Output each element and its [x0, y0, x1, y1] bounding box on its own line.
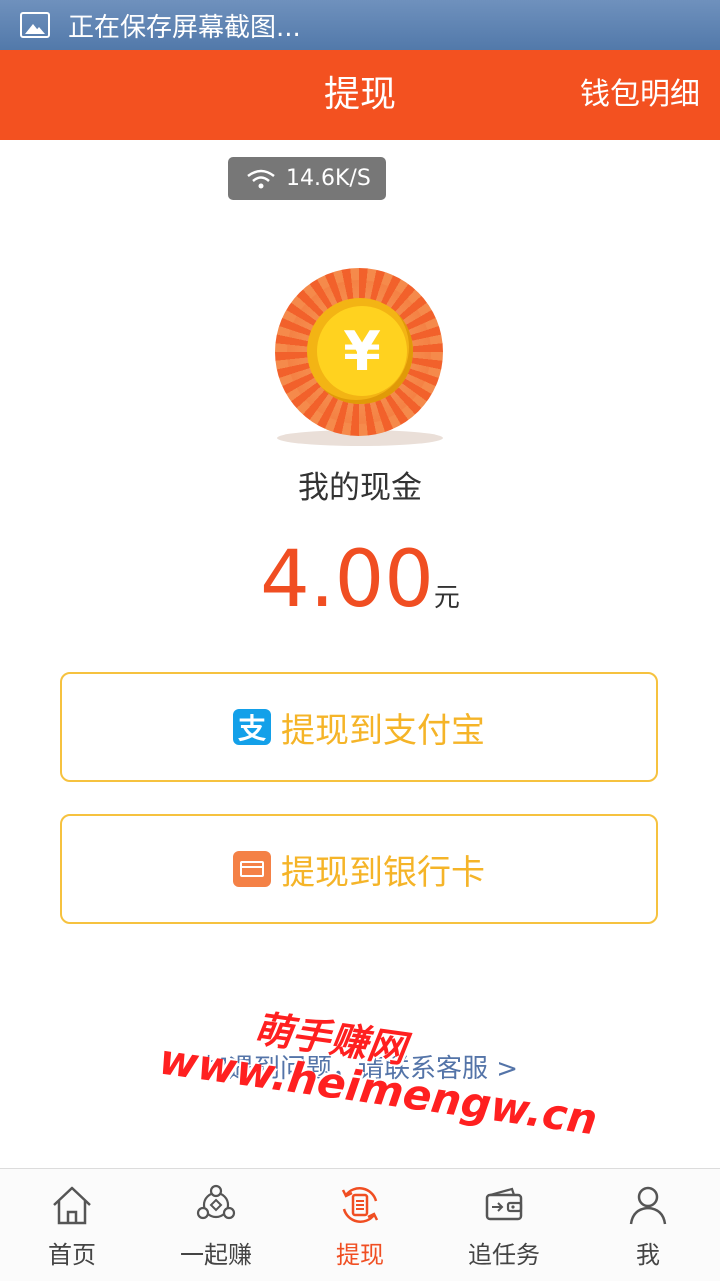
tab-withdraw[interactable]: 提现	[288, 1169, 432, 1281]
cash-amount: 4.00元	[0, 535, 720, 625]
amount-unit: 元	[433, 583, 460, 613]
yuan-symbol: ¥	[317, 306, 407, 396]
wallet-icon	[485, 1187, 523, 1221]
network-speed-badge: 14.6K/S	[228, 157, 386, 200]
wifi-icon	[247, 169, 275, 188]
screenshot-icon	[20, 12, 50, 38]
tab-earn-together-label: 一起赚	[180, 1241, 252, 1269]
share-icon	[196, 1184, 236, 1220]
watermark: 萌手赚网 www.heimengw.cn	[149, 985, 600, 1186]
bottom-tab-bar: 首页 一起赚 提现 追任务 我	[0, 1168, 720, 1281]
amount-value: 4.00	[260, 535, 434, 625]
tab-chase-tasks[interactable]: 追任务	[432, 1169, 576, 1281]
tab-home[interactable]: 首页	[0, 1169, 144, 1281]
header-bar: 提现 钱包明细	[0, 50, 720, 140]
home-icon	[53, 1186, 91, 1225]
alipay-icon: 支	[233, 709, 271, 745]
bank-card-icon	[233, 851, 271, 887]
tab-home-label: 首页	[48, 1241, 96, 1269]
tab-me[interactable]: 我	[576, 1169, 720, 1281]
tab-chase-tasks-label: 追任务	[468, 1241, 540, 1269]
tab-earn-together[interactable]: 一起赚	[144, 1169, 288, 1281]
tab-me-label: 我	[636, 1241, 660, 1269]
speed-text: 14.6K/S	[286, 166, 371, 191]
wallet-details-link[interactable]: 钱包明细	[580, 50, 700, 140]
profile-icon	[629, 1186, 667, 1225]
withdraw-alipay-button[interactable]: 支 提现到支付宝	[60, 672, 658, 782]
status-text: 正在保存屏幕截图...	[68, 12, 301, 43]
tab-withdraw-label: 提现	[336, 1241, 384, 1269]
withdraw-icon	[341, 1187, 379, 1223]
cash-label: 我的现金	[298, 470, 422, 506]
withdraw-bank-button[interactable]: 提现到银行卡	[60, 814, 658, 924]
withdraw-bank-label: 提现到银行卡	[281, 852, 485, 893]
status-bar: 正在保存屏幕截图...	[0, 0, 720, 50]
withdraw-alipay-label: 提现到支付宝	[281, 710, 485, 751]
coin-icon: ¥	[275, 268, 445, 448]
